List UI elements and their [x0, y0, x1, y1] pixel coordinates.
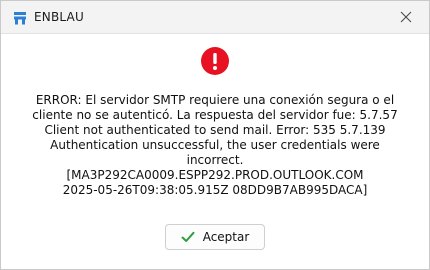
message-line: [MA3P292CA0009.ESPP292.PROD.OUTLOOK.COM: [66, 168, 364, 182]
check-icon: [181, 231, 195, 242]
message-line: cliente no se autenticó. La respuesta de…: [32, 108, 398, 122]
close-button[interactable]: [383, 1, 429, 33]
message-line: Client not authenticated to send mail. E…: [44, 123, 386, 137]
accept-button[interactable]: Aceptar: [165, 224, 265, 250]
message-line: Authentication unsuccessful, the user cr…: [50, 138, 380, 152]
error-dialog-window: ENBLAU ERROR: El servidor SMTP requiere …: [0, 0, 430, 270]
window-title: ENBLAU: [34, 10, 84, 24]
close-icon: [400, 11, 412, 23]
message-line: ERROR: El servidor SMTP requiere una con…: [35, 93, 395, 107]
error-icon: [201, 47, 229, 75]
title-bar[interactable]: ENBLAU: [1, 1, 429, 34]
enblau-app-icon: [14, 12, 26, 25]
error-message: ERROR: El servidor SMTP requiere una con…: [9, 93, 421, 198]
message-line: 2025-05-26T09:38:05.915Z 08DD9B7AB995DAC…: [62, 183, 368, 197]
accept-button-label: Aceptar: [202, 230, 250, 244]
message-line: incorrect.: [186, 153, 244, 167]
